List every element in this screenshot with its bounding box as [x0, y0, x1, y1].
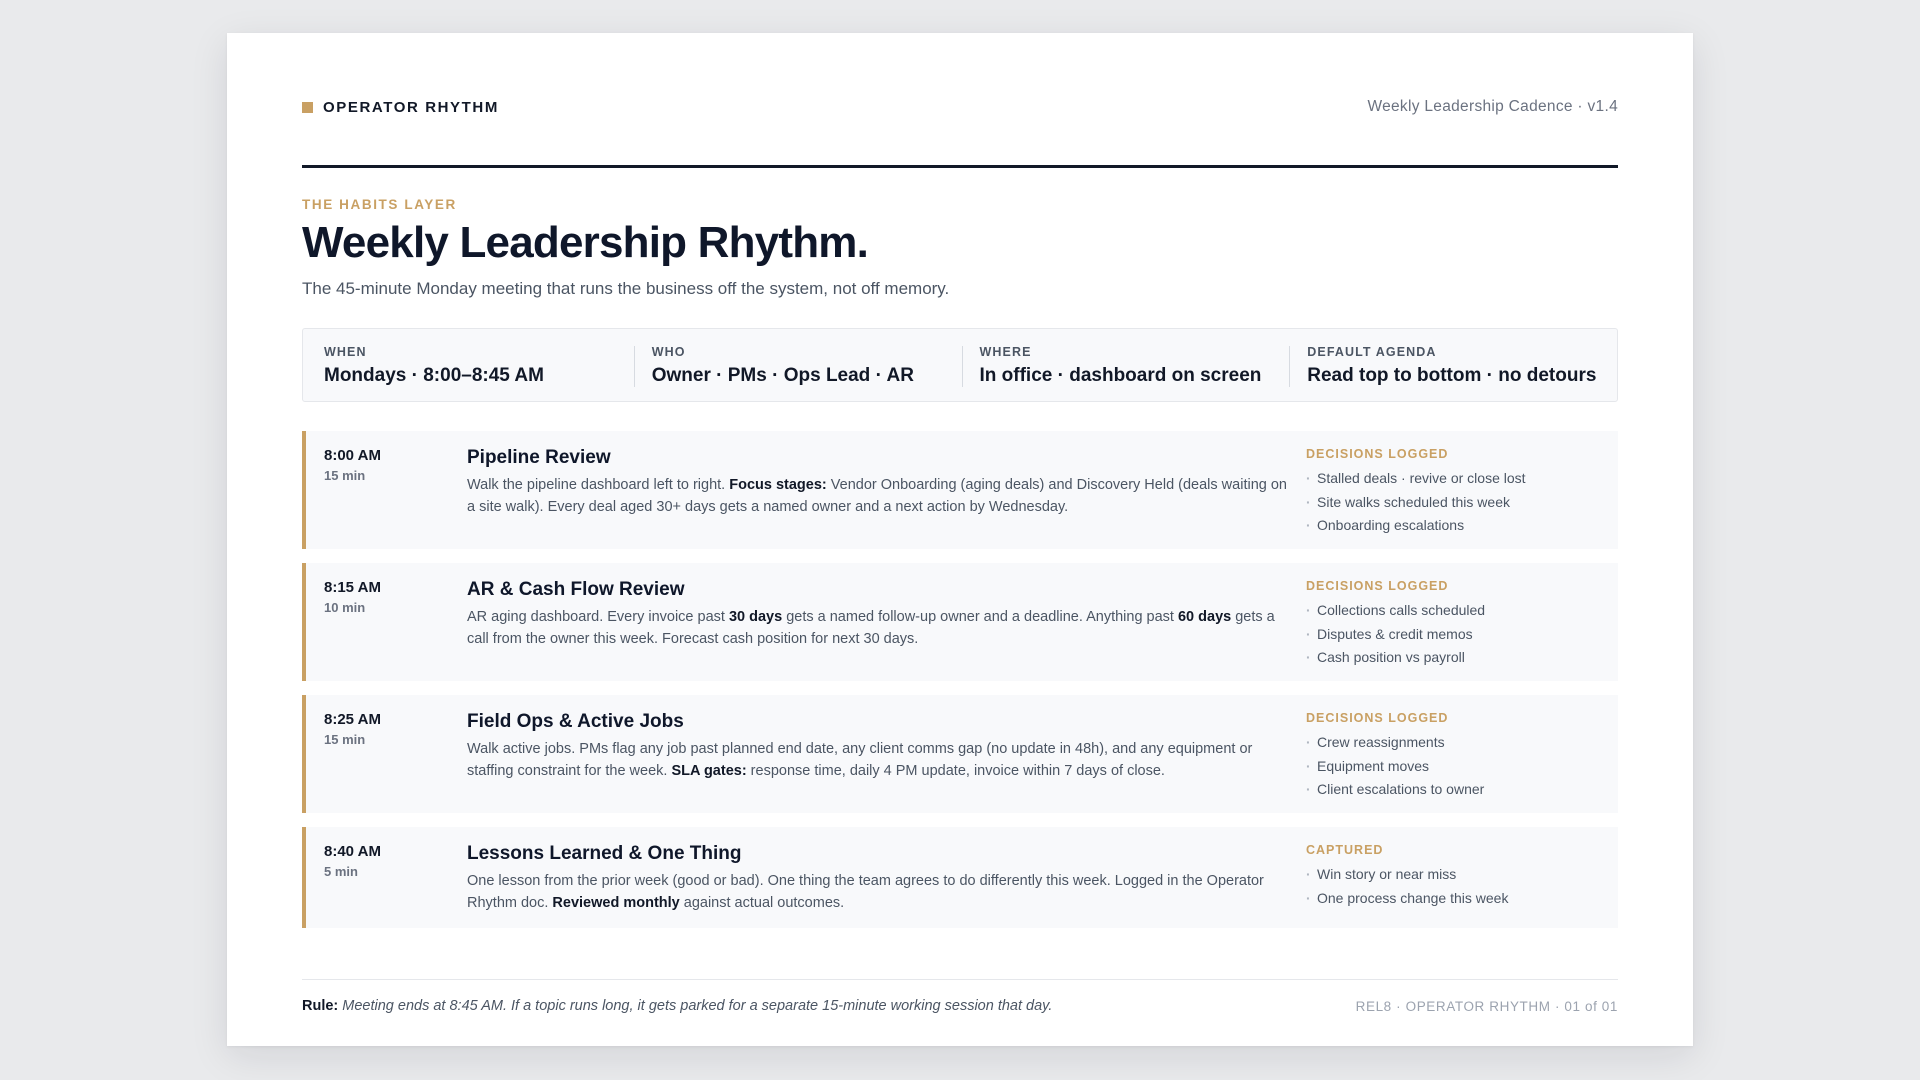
emphasis-text: Reviewed monthly	[552, 894, 680, 911]
meta-default-agenda: DEFAULT AGENDA Read top to bottom · no d…	[1289, 329, 1617, 401]
agenda-description: One lesson from the prior week (good or …	[467, 873, 1264, 911]
meta-where: WHERE In office · dashboard on screen	[961, 329, 1290, 401]
agenda-duration: 15 min	[324, 468, 366, 483]
agenda-list: 8:00 AM 15 min Pipeline Review Walk the …	[302, 431, 1618, 942]
agenda-title: AR & Cash Flow Review	[467, 579, 685, 600]
agenda-time-block: 8:25 AM 15 min	[324, 711, 381, 747]
rule-text: Meeting ends at 8:45 AM. If a topic runs…	[342, 998, 1053, 1014]
outcome-item: Stalled deals · revive or close lost	[1306, 467, 1606, 491]
meeting-rule: Rule: Meeting ends at 8:45 AM. If a topi…	[302, 998, 1052, 1014]
agenda-item-pipeline-review: 8:00 AM 15 min Pipeline Review Walk the …	[302, 431, 1618, 549]
rule-label: Rule:	[302, 998, 339, 1014]
agenda-outcomes: DECISIONS LOGGED Stalled deals · revive …	[1306, 447, 1606, 538]
emphasis-text: Focus stages:	[729, 477, 827, 493]
agenda-time: 8:25 AM	[324, 711, 381, 728]
outcome-item: Cash position vs payroll	[1306, 646, 1606, 670]
brand-square-icon	[302, 101, 313, 113]
outcome-item: Equipment moves	[1306, 755, 1606, 779]
document-version: Weekly Leadership Cadence · v1.4	[1367, 98, 1618, 115]
agenda-description: Walk the pipeline dashboard left to righ…	[467, 477, 1287, 515]
agenda-time-block: 8:00 AM 15 min	[324, 447, 381, 483]
emphasis-text: 60 days	[1177, 609, 1232, 625]
agenda-title: Field Ops & Active Jobs	[467, 711, 684, 732]
brand-name: OPERATOR RHYTHM	[323, 98, 499, 116]
agenda-description: AR aging dashboard. Every invoice past 3…	[467, 609, 1275, 647]
agenda-item-ar-cash-flow: 8:15 AM 10 min AR & Cash Flow Review AR …	[302, 563, 1618, 681]
agenda-body: AR & Cash Flow Review AR aging dashboard…	[467, 579, 1292, 650]
agenda-time: 8:00 AM	[324, 447, 381, 464]
outcomes-label: DECISIONS LOGGED	[1306, 579, 1449, 593]
meeting-meta-bar: WHEN Mondays · 8:00–8:45 AM WHO Owner · …	[302, 328, 1618, 402]
outcomes-list: Win story or near miss One process chang…	[1306, 863, 1606, 910]
outcome-item: Crew reassignments	[1306, 731, 1606, 755]
agenda-body: Pipeline Review Walk the pipeline dashbo…	[467, 447, 1292, 518]
page-subtitle: The 45-minute Monday meeting that runs t…	[302, 279, 950, 298]
agenda-title: Lessons Learned & One Thing	[467, 843, 742, 864]
agenda-outcomes: DECISIONS LOGGED Crew reassignments Equi…	[1306, 711, 1606, 802]
agenda-description: Walk active jobs. PMs flag any job past …	[467, 741, 1253, 779]
document-footer: Rule: Meeting ends at 8:45 AM. If a topi…	[302, 979, 1618, 1014]
agenda-duration: 5 min	[324, 864, 358, 879]
emphasis-text: 30 days	[728, 609, 783, 625]
document-page: OPERATOR RHYTHM Weekly Leadership Cadenc…	[227, 33, 1693, 1046]
agenda-duration: 10 min	[324, 600, 366, 615]
outcome-item: Onboarding escalations	[1306, 514, 1606, 538]
agenda-time-block: 8:15 AM 10 min	[324, 579, 381, 615]
meta-value: Owner · PMs · Ops Lead · AR	[651, 365, 914, 386]
outcomes-list: Stalled deals · revive or close lost Sit…	[1306, 467, 1606, 538]
outcome-item: One process change this week	[1306, 887, 1606, 911]
outcome-item: Disputes & credit memos	[1306, 623, 1606, 647]
agenda-time: 8:40 AM	[324, 843, 381, 860]
page-content: OPERATOR RHYTHM Weekly Leadership Cadenc…	[302, 33, 1618, 1046]
outcome-item: Client escalations to owner	[1306, 778, 1606, 802]
outcomes-list: Collections calls scheduled Disputes & c…	[1306, 599, 1606, 670]
agenda-title: Pipeline Review	[467, 447, 611, 468]
agenda-duration: 15 min	[324, 732, 366, 747]
outcome-item: Collections calls scheduled	[1306, 599, 1606, 623]
agenda-body: Field Ops & Active Jobs Walk active jobs…	[467, 711, 1292, 782]
meta-value: In office · dashboard on screen	[979, 365, 1262, 386]
agenda-item-lessons-learned: 8:40 AM 5 min Lessons Learned & One Thin…	[302, 827, 1618, 928]
agenda-time-block: 8:40 AM 5 min	[324, 843, 381, 879]
outcomes-label: DECISIONS LOGGED	[1306, 447, 1449, 461]
agenda-body: Lessons Learned & One Thing One lesson f…	[467, 843, 1292, 914]
page-title: Weekly Leadership Rhythm.	[302, 218, 869, 267]
meta-label: WHEN	[324, 345, 367, 359]
outcomes-label: CAPTURED	[1306, 843, 1384, 857]
meta-label: WHO	[651, 345, 686, 359]
outcomes-list: Crew reassignments Equipment moves Clien…	[1306, 731, 1606, 802]
brand: OPERATOR RHYTHM	[302, 95, 499, 119]
outcome-item: Win story or near miss	[1306, 863, 1606, 887]
meta-value: Mondays · 8:00–8:45 AM	[324, 365, 544, 386]
emphasis-text: SLA gates:	[671, 762, 747, 779]
agenda-outcomes: CAPTURED Win story or near miss One proc…	[1306, 843, 1606, 910]
meta-label: DEFAULT AGENDA	[1307, 345, 1437, 359]
meta-label: WHERE	[979, 345, 1032, 359]
meta-who: WHO Owner · PMs · Ops Lead · AR	[633, 329, 962, 401]
outcomes-label: DECISIONS LOGGED	[1306, 711, 1449, 725]
section-eyebrow: THE HABITS LAYER	[302, 197, 457, 212]
document-header: OPERATOR RHYTHM Weekly Leadership Cadenc…	[302, 95, 1618, 168]
page-reference: REL8 · OPERATOR RHYTHM · 01 of 01	[1355, 999, 1618, 1014]
agenda-outcomes: DECISIONS LOGGED Collections calls sched…	[1306, 579, 1606, 670]
agenda-time: 8:15 AM	[324, 579, 381, 596]
agenda-item-field-ops: 8:25 AM 15 min Field Ops & Active Jobs W…	[302, 695, 1618, 813]
meta-when: WHEN Mondays · 8:00–8:45 AM	[303, 329, 634, 401]
meta-value: Read top to bottom · no detours	[1307, 365, 1597, 386]
outcome-item: Site walks scheduled this week	[1306, 491, 1606, 515]
